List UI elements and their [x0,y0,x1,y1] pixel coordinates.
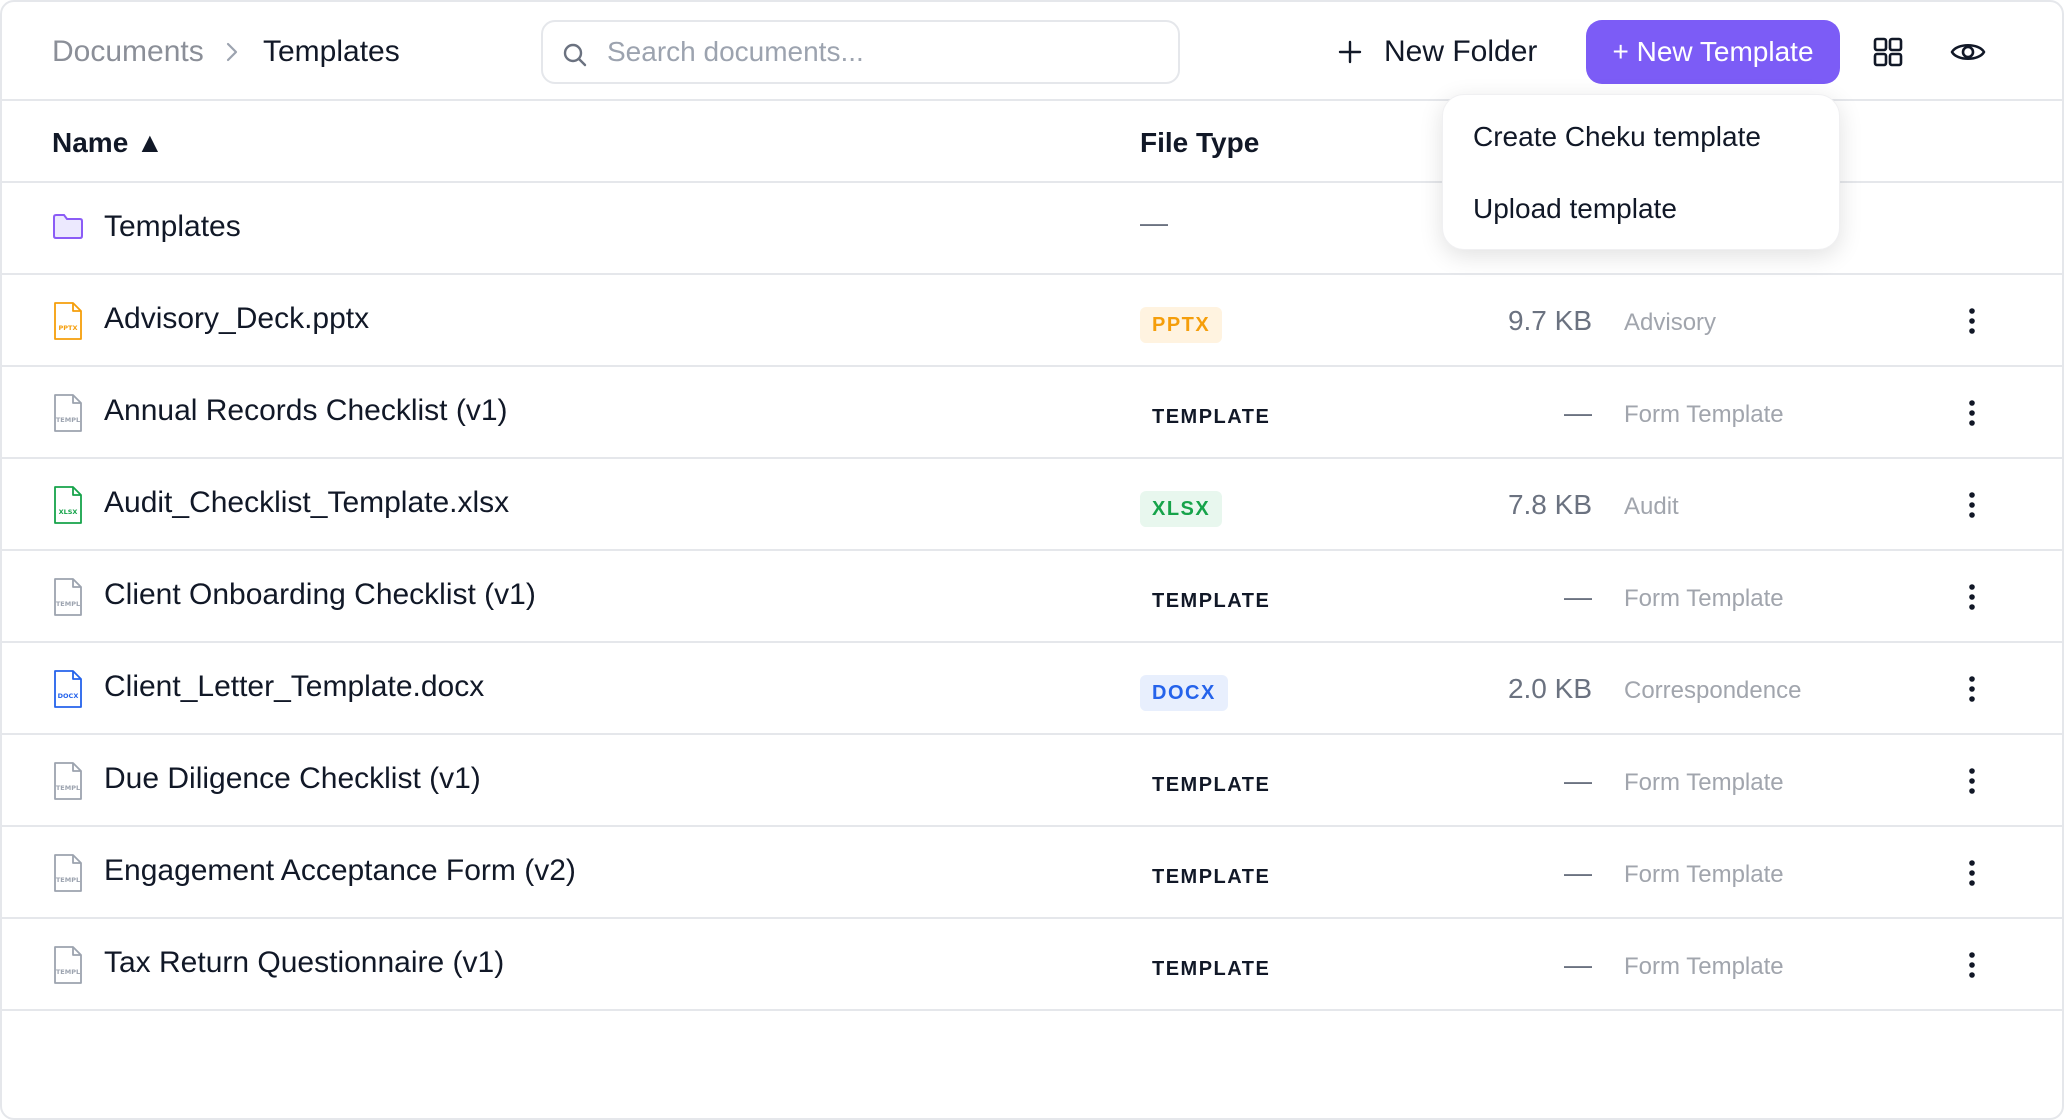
app-frame: Documents Templates New Folder + New Tem… [0,0,2064,1120]
svg-text:DOCX: DOCX [58,692,79,700]
more-options-icon[interactable] [1954,761,1990,801]
svg-text:TEMPL: TEMPL [56,416,80,424]
file-name[interactable]: Engagement Acceptance Form (v2) [104,851,576,891]
svg-text:TEMPL: TEMPL [56,600,80,608]
breadcrumb-current: Templates [263,35,400,68]
column-header-file-type[interactable]: File Type [1140,123,1259,163]
table-row[interactable]: TEMPL Tax Return Questionnaire (v1) TEMPLA… [2,919,2064,1011]
table-row[interactable]: PPTX Advisory_Deck.pptx PPTX 9.7 KB Advisory [2,275,2064,367]
file-type-badge: TEMPLATE [1152,866,1271,888]
file-category: Advisory [1624,309,1717,336]
file-type-badge: TEMPLATE [1152,590,1271,612]
file-type-badge: XLSX [1140,491,1223,527]
new-folder-label: New Folder [1384,35,1538,68]
menu-item-upload-template[interactable]: Upload template [1473,189,1677,229]
more-options-icon[interactable] [1954,485,1990,525]
chevron-right-icon [226,42,238,62]
grid-view-icon[interactable] [1868,32,1908,72]
new-template-button[interactable]: + New Template [1586,20,1840,84]
more-options-icon[interactable] [1954,393,1990,433]
file-name[interactable]: Audit_Checklist_Template.xlsx [104,483,509,523]
template-file-icon: TEMPL [54,762,82,800]
table-row[interactable]: XLSX Audit_Checklist_Template.xlsx XLSX 7.8… [2,459,2064,551]
file-name[interactable]: Tax Return Questionnaire (v1) [104,943,504,983]
svg-text:TEMPL: TEMPL [56,784,80,792]
file-name[interactable]: Client_Letter_Template.docx [104,667,484,707]
search-icon [563,43,587,67]
search-input[interactable] [607,32,1167,72]
svg-text:PPTX: PPTX [59,324,78,332]
new-template-dropdown: Create Cheku template Upload template [1442,94,1840,250]
file-type-badge: PPTX [1140,307,1223,343]
table-row[interactable]: TEMPL Due Diligence Checklist (v1) TEMPLAT… [2,735,2064,827]
file-size: 2.0 KB [1507,673,1592,704]
template-file-icon: TEMPL [54,394,82,432]
file-size: — [1564,397,1592,428]
file-type-badge: DOCX [1140,675,1228,711]
file-name[interactable]: Client Onboarding Checklist (v1) [104,575,536,615]
menu-item-create-template[interactable]: Create Cheku template [1473,117,1761,157]
pptx-file-icon: PPTX [54,302,82,340]
svg-text:XLSX: XLSX [59,508,78,516]
file-size: — [1564,857,1592,888]
breadcrumb-documents[interactable]: Documents [52,32,204,72]
file-type-badge: TEMPLATE [1152,774,1271,796]
file-name[interactable]: Due Diligence Checklist (v1) [104,759,481,799]
xlsx-file-icon: XLSX [54,486,82,524]
search-box[interactable] [541,20,1180,84]
more-options-icon[interactable] [1954,669,1990,709]
more-options-icon[interactable] [1954,853,1990,893]
file-name[interactable]: Advisory_Deck.pptx [104,299,369,339]
file-size: — [1564,949,1592,980]
folder-file-type: — [1140,207,1168,238]
file-category: Form Template [1624,401,1784,428]
file-category: Form Template [1624,861,1784,888]
file-size: — [1564,581,1592,612]
file-size: 7.8 KB [1507,489,1592,520]
new-folder-button[interactable]: New Folder [1336,26,1537,78]
file-name[interactable]: Annual Records Checklist (v1) [104,391,508,431]
file-type-badge: TEMPLATE [1152,406,1271,428]
file-size: — [1564,765,1592,796]
plus-icon [1338,40,1362,64]
column-header-name[interactable]: Name ▲ [52,123,164,163]
table-row[interactable]: TEMPL Annual Records Checklist (v1) TEMPLA… [2,367,2064,459]
more-options-icon[interactable] [1954,945,1990,985]
file-size: 9.7 KB [1507,305,1592,336]
table-row[interactable]: DOCX Client_Letter_Template.docx DOCX 2.0 K… [2,643,2064,735]
table-row[interactable]: TEMPL Client Onboarding Checklist (v1) TEM… [2,551,2064,643]
folder-icon [53,214,83,239]
svg-text:TEMPL: TEMPL [56,876,80,884]
eye-icon[interactable] [1948,32,1988,72]
more-options-icon[interactable] [1954,577,1990,617]
file-category: Form Template [1624,953,1784,980]
file-type-badge: TEMPLATE [1152,958,1271,980]
template-file-icon: TEMPL [54,854,82,892]
docx-file-icon: DOCX [54,670,82,708]
table-row[interactable]: TEMPL Engagement Acceptance Form (v2) TEMP… [2,827,2064,919]
template-file-icon: TEMPL [54,578,82,616]
file-category: Audit [1624,493,1679,520]
file-category: Form Template [1624,769,1784,796]
svg-text:TEMPL: TEMPL [56,968,80,976]
folder-name: Templates [104,210,241,243]
file-category: Form Template [1624,585,1784,612]
template-file-icon: TEMPL [54,946,82,984]
more-options-icon[interactable] [1954,301,1990,341]
top-bar: Documents Templates New Folder + New Tem… [2,2,2064,101]
file-category: Correspondence [1624,677,1802,704]
